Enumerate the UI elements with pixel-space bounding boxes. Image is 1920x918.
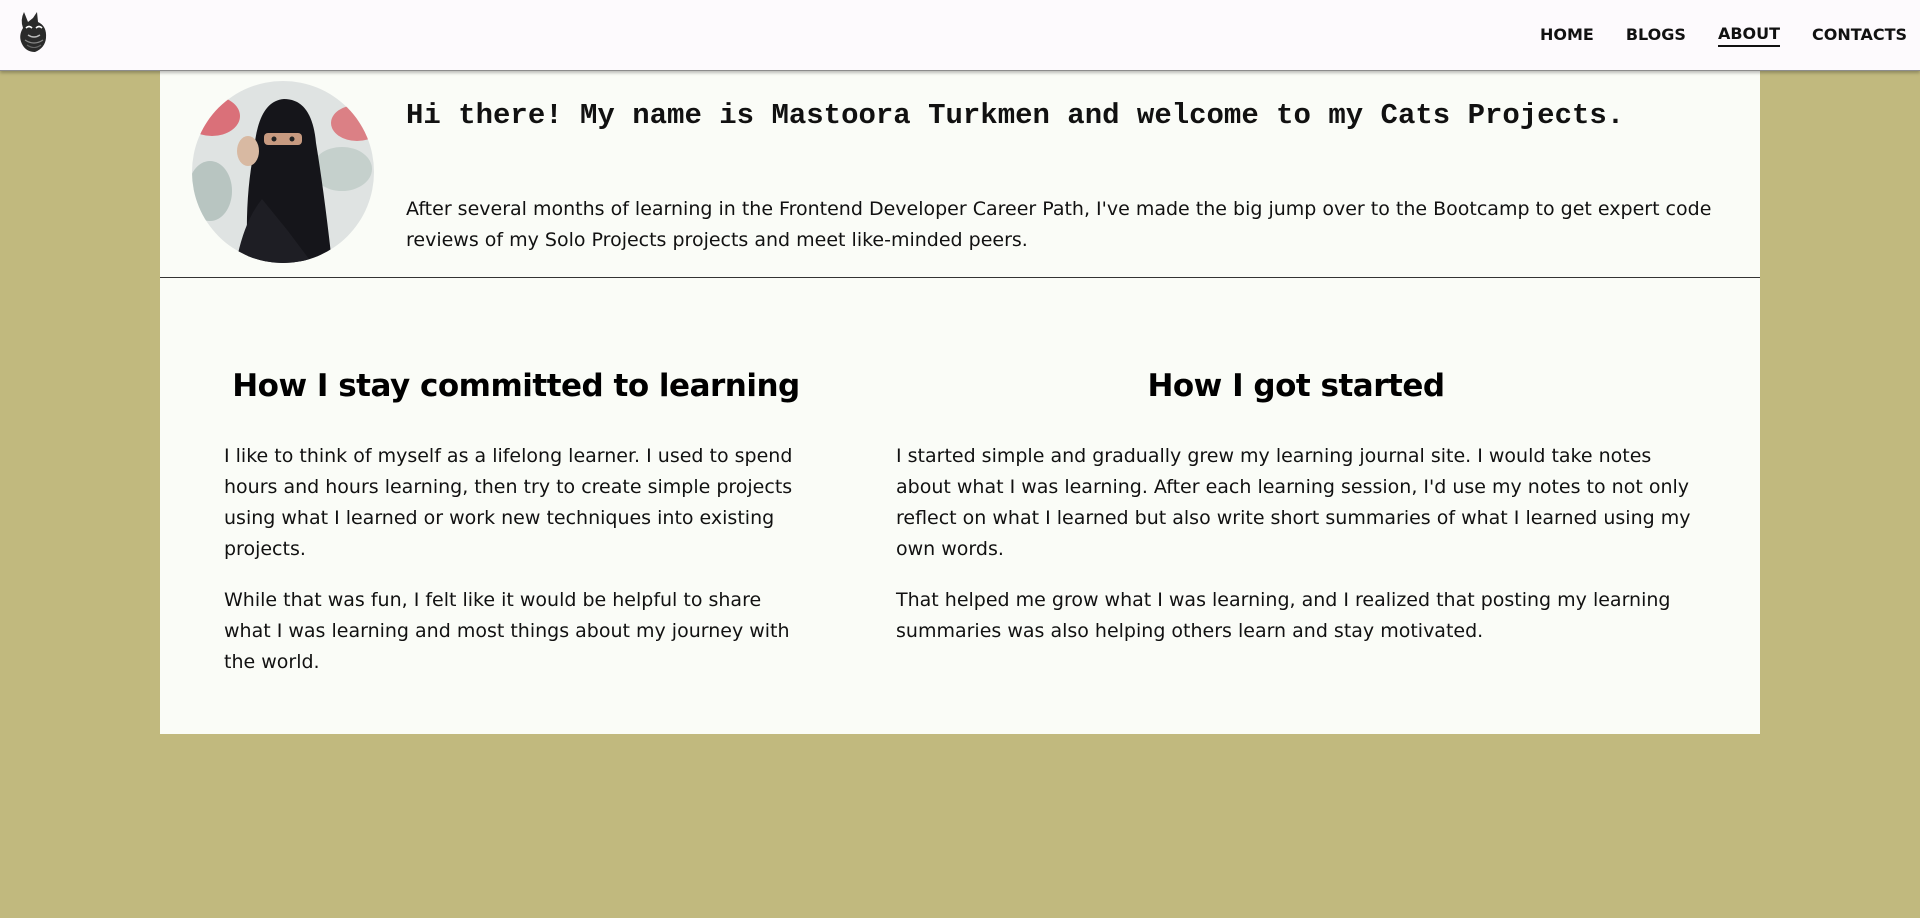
intro-title: Hi there! My name is Mastoora Turkmen an… — [406, 99, 1625, 132]
about-card: Hi there! My name is Mastoora Turkmen an… — [160, 71, 1760, 734]
section-paragraph: While that was fun, I felt like it would… — [224, 589, 790, 673]
avatar — [192, 81, 374, 263]
intro-section: Hi there! My name is Mastoora Turkmen an… — [160, 71, 1760, 278]
learning-commitment-section: How I stay committed to learning I like … — [224, 364, 808, 698]
getting-started-section: How I got started I started simple and g… — [896, 364, 1696, 667]
intro-text: After several months of learning in the … — [406, 198, 1712, 251]
section-paragraph: That helped me grow what I was learning,… — [896, 589, 1671, 642]
section-heading: How I got started — [1147, 368, 1445, 404]
main-nav: HOME BLOGS ABOUT CONTACTS — [1508, 0, 1920, 71]
cat-logo-icon[interactable] — [14, 8, 54, 54]
nav-home[interactable]: HOME — [1540, 25, 1594, 46]
section-paragraph: I like to think of myself as a lifelong … — [224, 445, 793, 560]
nav-blogs[interactable]: BLOGS — [1626, 25, 1686, 46]
section-heading: How I stay committed to learning — [232, 368, 800, 404]
navbar: HOME BLOGS ABOUT CONTACTS — [0, 0, 1920, 71]
nav-about[interactable]: ABOUT — [1717, 24, 1781, 47]
section-paragraph: I started simple and gradually grew my l… — [896, 445, 1691, 560]
nav-contacts[interactable]: CONTACTS — [1812, 25, 1907, 46]
